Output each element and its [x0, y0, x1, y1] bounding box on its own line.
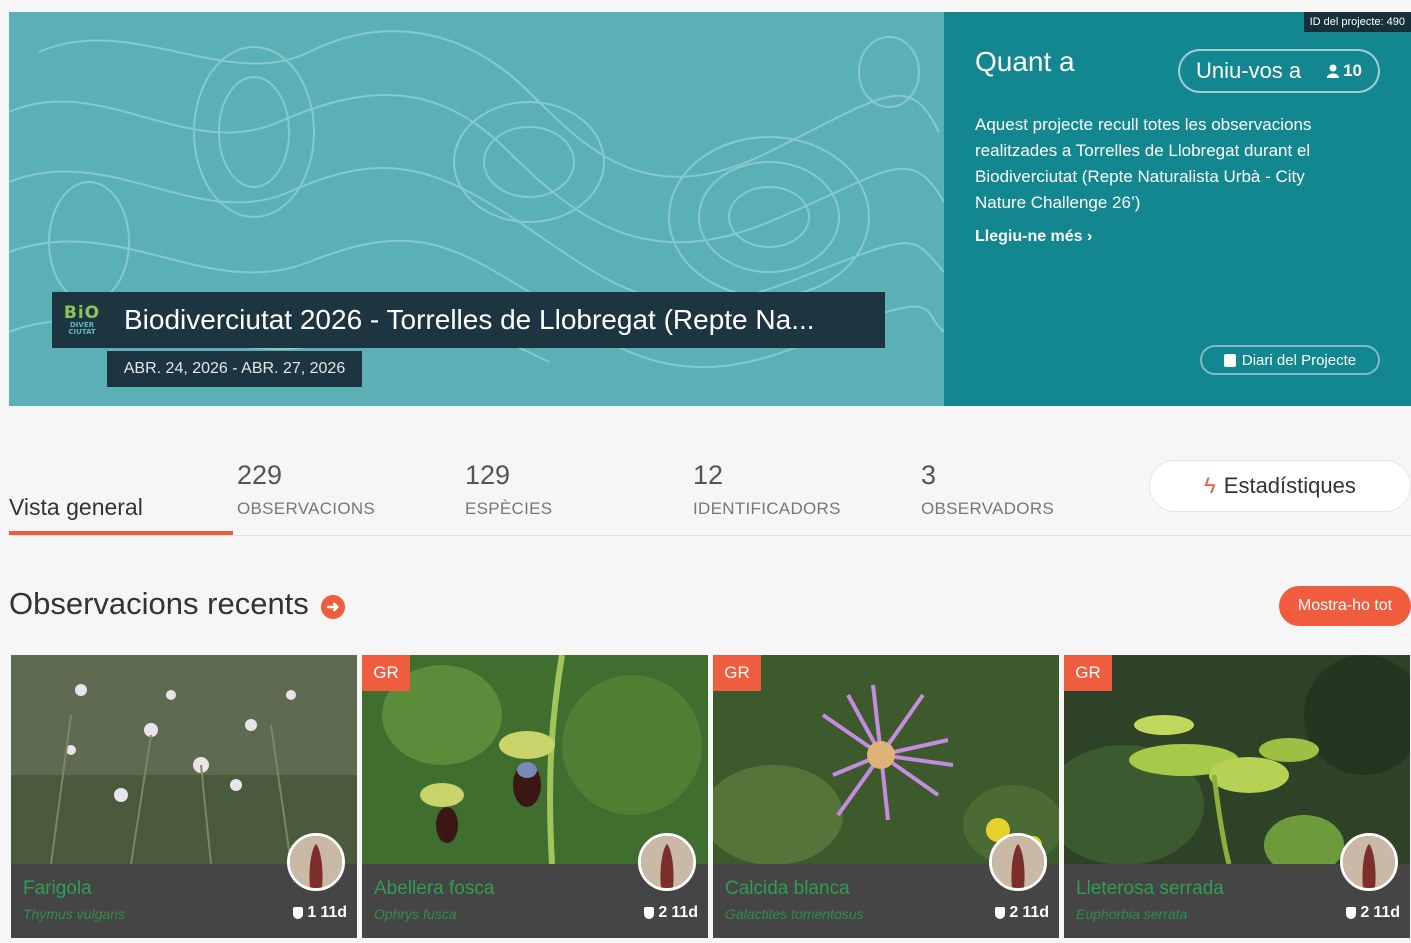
scientific-name: Thymus vulgaris	[23, 906, 125, 922]
project-banner: BiO DIVER CIUTAT Biodiverciutat 2026 - T…	[9, 12, 944, 406]
about-panel: ID del projecte: 490 Quant a Uniu-vos a …	[944, 12, 1411, 406]
identification-count: 2	[658, 904, 668, 921]
observer-avatar[interactable]	[287, 833, 345, 891]
project-id-badge: ID del projecte: 490	[1303, 12, 1411, 32]
project-journal-button[interactable]: Diari del Projecte	[1200, 345, 1380, 375]
common-name[interactable]: Abellera fosca	[374, 878, 494, 900]
research-grade-badge: GR	[1064, 655, 1112, 691]
identification-shield-icon	[1346, 907, 1357, 919]
avatar-image	[992, 836, 1044, 888]
read-more-link[interactable]: Llegiu-ne més ›	[975, 228, 1092, 246]
about-description: Aquest projecte recull totes les observa…	[975, 115, 1312, 212]
research-grade-badge: GR	[362, 655, 410, 691]
identification-count: 1	[307, 904, 317, 921]
stat-label: IDENTIFICADORS	[693, 499, 841, 518]
observation-age: 11d	[671, 904, 698, 921]
research-grade-badge: GR	[713, 655, 761, 691]
observation-meta: 1 11d	[293, 904, 347, 922]
avatar-image	[641, 836, 693, 888]
project-title: Biodiverciutat 2026 - Torrelles de Llobr…	[124, 304, 815, 335]
avatar-image	[290, 836, 342, 888]
tab-observers[interactable]: 3 OBSERVADORS	[921, 460, 1054, 519]
project-header: BiO DIVER CIUTAT Biodiverciutat 2026 - T…	[9, 12, 1411, 406]
observation-photo	[713, 655, 1059, 864]
observer-avatar[interactable]	[1340, 833, 1398, 891]
stat-value: 3	[921, 460, 937, 490]
project-dates: ABR. 24, 2026 - ABR. 27, 2026	[107, 351, 362, 387]
observation-photo	[1064, 655, 1410, 864]
observation-photo	[11, 655, 357, 864]
observation-card[interactable]: GR Abellera fosca Ophrys fusca 2 11d	[362, 655, 708, 938]
identification-shield-icon	[995, 907, 1006, 919]
observation-photo	[362, 655, 708, 864]
biodiverciutat-logo: BiO DIVER CIUTAT	[58, 298, 106, 342]
scientific-name: Euphorbia serrata	[1076, 906, 1188, 922]
tab-overview[interactable]: Vista general	[9, 494, 143, 521]
identification-shield-icon	[293, 907, 304, 919]
stat-label: OBSERVACIONS	[237, 499, 376, 518]
common-name[interactable]: Farigola	[23, 878, 92, 900]
arrow-right-circle-icon: ➜	[320, 595, 345, 619]
members-count-value: 10	[1343, 61, 1362, 80]
tab-species[interactable]: 129 ESPÈCIES	[465, 460, 552, 519]
project-title-box: BiO DIVER CIUTAT Biodiverciutat 2026 - T…	[52, 292, 885, 348]
identification-count: 2	[1009, 904, 1019, 921]
observation-card[interactable]: Farigola Thymus vulgaris 1 11d	[11, 655, 357, 938]
show-all-button[interactable]: Mostra-ho tot	[1279, 586, 1411, 626]
statistics-button[interactable]: ϟ Estadístiques	[1149, 460, 1411, 512]
scientific-name: Galactites tomentosus	[725, 906, 864, 922]
lightning-icon: ϟ	[1204, 473, 1216, 498]
journal-label: Diari del Projecte	[1241, 351, 1357, 369]
stat-value: 12	[693, 460, 724, 490]
join-label: Uniu-vos a	[1196, 58, 1302, 83]
common-name[interactable]: Calcida blanca	[725, 878, 850, 900]
observer-avatar[interactable]	[989, 833, 1047, 891]
journal-icon	[1223, 353, 1236, 367]
tab-observations[interactable]: 229 OBSERVACIONS	[237, 460, 375, 519]
user-icon	[1327, 64, 1340, 78]
join-project-button[interactable]: Uniu-vos a 10	[1178, 49, 1380, 93]
observation-card[interactable]: GR Lleterosa serrada Euphorbia serrata 2…	[1064, 655, 1410, 938]
observation-meta: 2 11d	[995, 904, 1049, 922]
recent-observations-title: Observacions recents	[9, 586, 309, 621]
observation-meta: 2 11d	[1346, 904, 1400, 922]
avatar-image	[1343, 836, 1395, 888]
observation-age: 11d	[1373, 904, 1400, 921]
about-title: Quant a	[975, 46, 1075, 77]
stat-value: 229	[237, 460, 283, 490]
stat-label: ESPÈCIES	[465, 499, 553, 518]
members-count: 10	[1327, 61, 1362, 81]
identification-shield-icon	[644, 907, 655, 919]
project-tabs: Vista general 229 OBSERVACIONS 129 ESPÈC…	[0, 440, 1411, 536]
statistics-label: Estadístiques	[1223, 473, 1356, 498]
stat-label: OBSERVADORS	[921, 499, 1055, 518]
observation-meta: 2 11d	[644, 904, 698, 922]
identification-count: 2	[1360, 904, 1370, 921]
recent-observations-heading[interactable]: Observacions recents ➜	[9, 586, 345, 622]
observer-avatar[interactable]	[638, 833, 696, 891]
scientific-name: Ophrys fusca	[374, 906, 457, 922]
observation-age: 11d	[1022, 904, 1049, 921]
tabs-divider	[9, 535, 1411, 536]
common-name[interactable]: Lleterosa serrada	[1076, 878, 1224, 900]
observation-age: 11d	[320, 904, 347, 921]
observation-card[interactable]: GR Calcida blanca Galactites tomentosus …	[713, 655, 1059, 938]
tab-identifiers[interactable]: 12 IDENTIFICADORS	[693, 460, 841, 519]
stat-value: 129	[465, 460, 511, 490]
